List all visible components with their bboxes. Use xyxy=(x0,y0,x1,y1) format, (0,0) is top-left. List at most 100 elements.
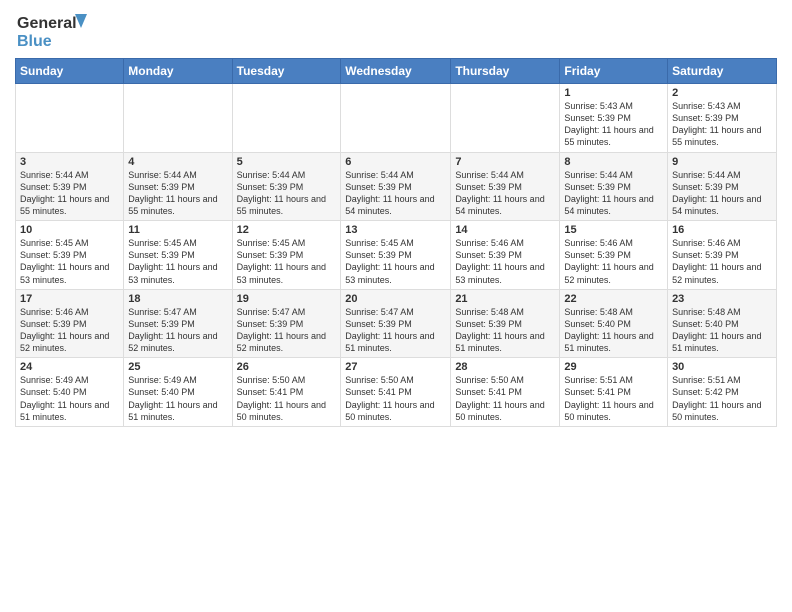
calendar-week-2: 3Sunrise: 5:44 AM Sunset: 5:39 PM Daylig… xyxy=(16,152,777,221)
day-number: 23 xyxy=(672,293,772,305)
day-info: Sunrise: 5:48 AM Sunset: 5:40 PM Dayligh… xyxy=(564,306,663,355)
weekday-header-friday: Friday xyxy=(560,59,668,84)
day-number: 1 xyxy=(564,87,663,99)
calendar-cell: 8Sunrise: 5:44 AM Sunset: 5:39 PM Daylig… xyxy=(560,152,668,221)
day-info: Sunrise: 5:44 AM Sunset: 5:39 PM Dayligh… xyxy=(128,169,227,218)
day-number: 10 xyxy=(20,224,119,236)
day-number: 14 xyxy=(455,224,555,236)
day-number: 25 xyxy=(128,361,227,373)
day-number: 28 xyxy=(455,361,555,373)
day-number: 20 xyxy=(345,293,446,305)
day-info: Sunrise: 5:44 AM Sunset: 5:39 PM Dayligh… xyxy=(237,169,337,218)
calendar-cell: 28Sunrise: 5:50 AM Sunset: 5:41 PM Dayli… xyxy=(451,358,560,427)
day-number: 27 xyxy=(345,361,446,373)
calendar-cell: 20Sunrise: 5:47 AM Sunset: 5:39 PM Dayli… xyxy=(341,289,451,358)
day-number: 11 xyxy=(128,224,227,236)
day-info: Sunrise: 5:45 AM Sunset: 5:39 PM Dayligh… xyxy=(128,237,227,286)
day-info: Sunrise: 5:46 AM Sunset: 5:39 PM Dayligh… xyxy=(20,306,119,355)
day-number: 30 xyxy=(672,361,772,373)
calendar-cell: 12Sunrise: 5:45 AM Sunset: 5:39 PM Dayli… xyxy=(232,221,341,290)
day-info: Sunrise: 5:45 AM Sunset: 5:39 PM Dayligh… xyxy=(345,237,446,286)
calendar-cell: 18Sunrise: 5:47 AM Sunset: 5:39 PM Dayli… xyxy=(124,289,232,358)
day-number: 26 xyxy=(237,361,337,373)
day-info: Sunrise: 5:46 AM Sunset: 5:39 PM Dayligh… xyxy=(455,237,555,286)
calendar-header-row: SundayMondayTuesdayWednesdayThursdayFrid… xyxy=(16,59,777,84)
day-info: Sunrise: 5:46 AM Sunset: 5:39 PM Dayligh… xyxy=(564,237,663,286)
day-number: 9 xyxy=(672,156,772,168)
page: GeneralBlue SundayMondayTuesdayWednesday… xyxy=(0,0,792,612)
day-number: 19 xyxy=(237,293,337,305)
calendar-cell: 1Sunrise: 5:43 AM Sunset: 5:39 PM Daylig… xyxy=(560,84,668,153)
calendar-cell: 29Sunrise: 5:51 AM Sunset: 5:41 PM Dayli… xyxy=(560,358,668,427)
day-info: Sunrise: 5:44 AM Sunset: 5:39 PM Dayligh… xyxy=(345,169,446,218)
calendar-cell: 2Sunrise: 5:43 AM Sunset: 5:39 PM Daylig… xyxy=(668,84,777,153)
day-number: 6 xyxy=(345,156,446,168)
day-number: 18 xyxy=(128,293,227,305)
day-info: Sunrise: 5:47 AM Sunset: 5:39 PM Dayligh… xyxy=(237,306,337,355)
calendar-cell: 26Sunrise: 5:50 AM Sunset: 5:41 PM Dayli… xyxy=(232,358,341,427)
weekday-header-thursday: Thursday xyxy=(451,59,560,84)
day-number: 22 xyxy=(564,293,663,305)
svg-text:Blue: Blue xyxy=(17,33,52,50)
calendar-week-4: 17Sunrise: 5:46 AM Sunset: 5:39 PM Dayli… xyxy=(16,289,777,358)
calendar-cell: 22Sunrise: 5:48 AM Sunset: 5:40 PM Dayli… xyxy=(560,289,668,358)
calendar-cell: 17Sunrise: 5:46 AM Sunset: 5:39 PM Dayli… xyxy=(16,289,124,358)
day-number: 13 xyxy=(345,224,446,236)
day-info: Sunrise: 5:49 AM Sunset: 5:40 PM Dayligh… xyxy=(128,374,227,423)
calendar-cell: 11Sunrise: 5:45 AM Sunset: 5:39 PM Dayli… xyxy=(124,221,232,290)
calendar-week-1: 1Sunrise: 5:43 AM Sunset: 5:39 PM Daylig… xyxy=(16,84,777,153)
calendar-cell: 10Sunrise: 5:45 AM Sunset: 5:39 PM Dayli… xyxy=(16,221,124,290)
weekday-header-sunday: Sunday xyxy=(16,59,124,84)
calendar-table: SundayMondayTuesdayWednesdayThursdayFrid… xyxy=(15,58,777,427)
calendar-cell xyxy=(341,84,451,153)
day-info: Sunrise: 5:50 AM Sunset: 5:41 PM Dayligh… xyxy=(455,374,555,423)
day-number: 15 xyxy=(564,224,663,236)
weekday-header-tuesday: Tuesday xyxy=(232,59,341,84)
day-number: 17 xyxy=(20,293,119,305)
day-number: 29 xyxy=(564,361,663,373)
calendar-cell: 23Sunrise: 5:48 AM Sunset: 5:40 PM Dayli… xyxy=(668,289,777,358)
calendar-cell: 15Sunrise: 5:46 AM Sunset: 5:39 PM Dayli… xyxy=(560,221,668,290)
calendar-cell: 14Sunrise: 5:46 AM Sunset: 5:39 PM Dayli… xyxy=(451,221,560,290)
day-number: 8 xyxy=(564,156,663,168)
day-info: Sunrise: 5:44 AM Sunset: 5:39 PM Dayligh… xyxy=(672,169,772,218)
header: GeneralBlue xyxy=(15,10,777,50)
calendar-cell: 9Sunrise: 5:44 AM Sunset: 5:39 PM Daylig… xyxy=(668,152,777,221)
day-info: Sunrise: 5:45 AM Sunset: 5:39 PM Dayligh… xyxy=(237,237,337,286)
day-info: Sunrise: 5:43 AM Sunset: 5:39 PM Dayligh… xyxy=(564,100,663,149)
day-number: 24 xyxy=(20,361,119,373)
calendar-cell xyxy=(124,84,232,153)
day-number: 4 xyxy=(128,156,227,168)
day-info: Sunrise: 5:49 AM Sunset: 5:40 PM Dayligh… xyxy=(20,374,119,423)
day-number: 2 xyxy=(672,87,772,99)
calendar-cell: 4Sunrise: 5:44 AM Sunset: 5:39 PM Daylig… xyxy=(124,152,232,221)
day-number: 12 xyxy=(237,224,337,236)
calendar-cell xyxy=(232,84,341,153)
day-info: Sunrise: 5:50 AM Sunset: 5:41 PM Dayligh… xyxy=(237,374,337,423)
calendar-cell: 25Sunrise: 5:49 AM Sunset: 5:40 PM Dayli… xyxy=(124,358,232,427)
day-info: Sunrise: 5:47 AM Sunset: 5:39 PM Dayligh… xyxy=(345,306,446,355)
day-info: Sunrise: 5:50 AM Sunset: 5:41 PM Dayligh… xyxy=(345,374,446,423)
day-info: Sunrise: 5:44 AM Sunset: 5:39 PM Dayligh… xyxy=(20,169,119,218)
svg-text:General: General xyxy=(17,15,77,32)
calendar-cell xyxy=(16,84,124,153)
day-number: 3 xyxy=(20,156,119,168)
day-number: 7 xyxy=(455,156,555,168)
day-info: Sunrise: 5:44 AM Sunset: 5:39 PM Dayligh… xyxy=(564,169,663,218)
day-number: 16 xyxy=(672,224,772,236)
day-number: 5 xyxy=(237,156,337,168)
logo: GeneralBlue xyxy=(15,10,95,50)
weekday-header-monday: Monday xyxy=(124,59,232,84)
day-info: Sunrise: 5:48 AM Sunset: 5:40 PM Dayligh… xyxy=(672,306,772,355)
day-info: Sunrise: 5:46 AM Sunset: 5:39 PM Dayligh… xyxy=(672,237,772,286)
calendar-cell: 19Sunrise: 5:47 AM Sunset: 5:39 PM Dayli… xyxy=(232,289,341,358)
weekday-header-wednesday: Wednesday xyxy=(341,59,451,84)
day-info: Sunrise: 5:51 AM Sunset: 5:42 PM Dayligh… xyxy=(672,374,772,423)
calendar-cell: 21Sunrise: 5:48 AM Sunset: 5:39 PM Dayli… xyxy=(451,289,560,358)
calendar-cell: 13Sunrise: 5:45 AM Sunset: 5:39 PM Dayli… xyxy=(341,221,451,290)
calendar-cell: 24Sunrise: 5:49 AM Sunset: 5:40 PM Dayli… xyxy=(16,358,124,427)
calendar-cell: 3Sunrise: 5:44 AM Sunset: 5:39 PM Daylig… xyxy=(16,152,124,221)
calendar-week-3: 10 Sunrise: 5:45 AM Sunset: 5:39 PM Dayli… xyxy=(16,221,777,290)
calendar-cell: 7Sunrise: 5:44 AM Sunset: 5:39 PM Daylig… xyxy=(451,152,560,221)
day-info: Sunrise: 5:47 AM Sunset: 5:39 PM Dayligh… xyxy=(128,306,227,355)
